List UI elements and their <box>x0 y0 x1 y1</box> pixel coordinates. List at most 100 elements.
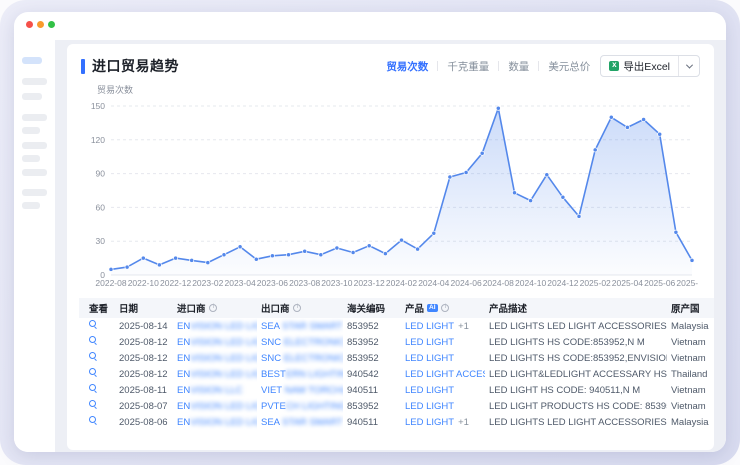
sidebar-item[interactable] <box>22 127 40 134</box>
hs-code-cell: 853952 <box>343 334 401 350</box>
company-name-visible: SEA <box>261 417 280 428</box>
sidebar-item-active[interactable] <box>22 57 42 64</box>
product-link[interactable]: LED LIGHT <box>405 353 454 364</box>
metric-tab-1[interactable]: 贸易次数 <box>386 59 428 74</box>
date-cell: 2025-08-14 <box>115 318 173 334</box>
minimize-light-icon[interactable] <box>37 21 44 28</box>
close-light-icon[interactable] <box>26 21 33 28</box>
product-link[interactable]: LED LIGHT <box>405 337 454 348</box>
company-name-visible: SNC <box>261 337 281 348</box>
product-extra-count[interactable]: +1 <box>458 321 469 332</box>
product-link[interactable]: LED LIGHT <box>405 385 454 396</box>
view-magnifier-icon[interactable] <box>89 336 98 345</box>
exporter-cell[interactable]: SNC ELECTRONICS VIET... <box>257 350 343 366</box>
sidebar-item[interactable] <box>22 114 47 121</box>
description-cell: LED LIGHTS HS CODE:853952,ENVISIONLED <box>485 350 667 366</box>
importer-cell[interactable]: ENVISION LLC <box>173 382 257 398</box>
sidebar-item[interactable] <box>22 93 42 100</box>
sidebar-item[interactable] <box>22 155 40 162</box>
exporter-cell[interactable]: PVTECH LIGHTING NEW VI... <box>257 398 343 414</box>
importer-cell[interactable]: ENVISION LED LIGHTING L... <box>173 318 257 334</box>
exporter-cell[interactable]: SNC ELECTRONICS VIET... <box>257 334 343 350</box>
svg-text:2025-02: 2025-02 <box>580 278 611 288</box>
svg-text:2025-04: 2025-04 <box>612 278 643 288</box>
metric-tab-3[interactable]: 数量 <box>508 59 529 74</box>
svg-text:90: 90 <box>96 169 106 179</box>
view-magnifier-icon[interactable] <box>89 416 98 425</box>
view-magnifier-icon[interactable] <box>89 368 98 377</box>
description-cell: LED LIGHT PRODUCTS HS CODE: 853952,NUWAT… <box>485 398 667 414</box>
svg-text:2024-04: 2024-04 <box>418 278 449 288</box>
column-label: 海关编码 <box>347 301 385 315</box>
column-label: 日期 <box>119 301 138 315</box>
view-magnifier-icon[interactable] <box>89 400 98 409</box>
svg-text:30: 30 <box>96 236 106 246</box>
importer-cell[interactable]: ENVISION LED LIGHTING L... <box>173 414 257 430</box>
product-link[interactable]: LED LIGHT <box>405 401 454 412</box>
svg-text:2022-10: 2022-10 <box>128 278 159 288</box>
column-header-4: 出口商 <box>257 298 343 318</box>
company-name-redacted: NAM TORCHLIGHT <box>282 385 343 396</box>
trend-line-chart[interactable]: 03060901201502022-082022-102022-122023-0… <box>81 96 704 290</box>
sidebar-item[interactable] <box>22 189 47 196</box>
product-link[interactable]: LED LIGHT <box>405 321 454 332</box>
tab-divider <box>498 61 499 71</box>
tab-divider <box>437 61 438 71</box>
table-row: 2025-08-12ENVISION LED LIGHTING L...BEST… <box>79 366 714 382</box>
company-name-redacted: VISION LED LIGHTI <box>190 369 257 380</box>
column-header-3: 进口商 <box>173 298 257 318</box>
column-label: 查看 <box>89 301 108 315</box>
company-name-redacted: ELECTRONICS <box>281 337 343 348</box>
importer-cell[interactable]: ENVISION LED LIGHTING L... <box>173 334 257 350</box>
view-magnifier-icon[interactable] <box>89 320 98 329</box>
date-cell: 2025-08-11 <box>115 382 173 398</box>
info-icon[interactable] <box>441 304 449 312</box>
info-icon[interactable] <box>209 304 217 312</box>
sidebar-item[interactable] <box>22 169 47 176</box>
company-name-visible: EN <box>177 369 190 380</box>
table-row: 2025-08-12ENVISION LED LIGHTING L...SNC … <box>79 334 714 350</box>
product-link[interactable]: LED LIGHT ACCESSORY <box>405 369 485 380</box>
company-name-redacted: VISION LED LIGHTI <box>190 417 257 428</box>
column-header-2: 日期 <box>115 298 173 318</box>
title-wrap: 进口贸易趋势 <box>81 56 179 76</box>
product-extra-count[interactable]: +1 <box>458 417 469 428</box>
sidebar-item[interactable] <box>22 142 47 149</box>
company-name-visible: PVTE <box>261 401 286 412</box>
product-cell: LED LIGHT <box>401 398 485 414</box>
exporter-cell[interactable]: VIET NAM TORCHLIGHT <box>257 382 343 398</box>
sidebar-item[interactable] <box>22 78 47 85</box>
svg-text:2023-10: 2023-10 <box>321 278 352 288</box>
metric-tab-4[interactable]: 美元总价 <box>548 59 590 74</box>
svg-text:2025-08: 2025-08 <box>676 278 698 288</box>
importer-cell[interactable]: ENVISION LED LIGHTING L... <box>173 398 257 414</box>
column-header-8: 原产国 <box>667 298 714 318</box>
company-name-visible: EN <box>177 337 190 348</box>
importer-cell[interactable]: ENVISION LED LIGHTING L... <box>173 366 257 382</box>
importer-cell[interactable]: ENVISION LED LIGHTING L... <box>173 350 257 366</box>
exporter-cell[interactable]: SEA STAR SMART TECH ... <box>257 414 343 430</box>
product-link[interactable]: LED LIGHT <box>405 417 454 428</box>
view-magnifier-icon[interactable] <box>89 384 98 393</box>
exporter-cell[interactable]: BESTERN LIGHTING THA... <box>257 366 343 382</box>
zoom-light-icon[interactable] <box>48 21 55 28</box>
column-header-5: 海关编码 <box>343 298 401 318</box>
product-cell: LED LIGHT <box>401 334 485 350</box>
metric-tab-2[interactable]: 千克重量 <box>447 59 489 74</box>
view-magnifier-icon[interactable] <box>89 352 98 361</box>
company-name-redacted: ERN LIGHTING <box>286 369 343 380</box>
hs-code-cell: 853952 <box>343 318 401 334</box>
product-cell: LED LIGHT ACCESSORY <box>401 366 485 382</box>
exporter-cell[interactable]: SEA STAR SMART TECH ... <box>257 318 343 334</box>
export-split-button: 导出Excel <box>600 55 700 77</box>
table-row: 2025-08-07ENVISION LED LIGHTING L...PVTE… <box>79 398 714 414</box>
export-excel-button[interactable]: 导出Excel <box>601 56 678 76</box>
export-dropdown-button[interactable] <box>679 56 699 76</box>
company-name-visible: BEST <box>261 369 286 380</box>
export-button-label: 导出Excel <box>623 59 670 74</box>
column-header-1: 查看 <box>79 298 115 318</box>
info-icon[interactable] <box>293 304 301 312</box>
company-name-visible: SNC <box>261 353 281 364</box>
sidebar-item[interactable] <box>22 202 40 209</box>
origin-country-cell: Malaysia <box>667 318 714 334</box>
